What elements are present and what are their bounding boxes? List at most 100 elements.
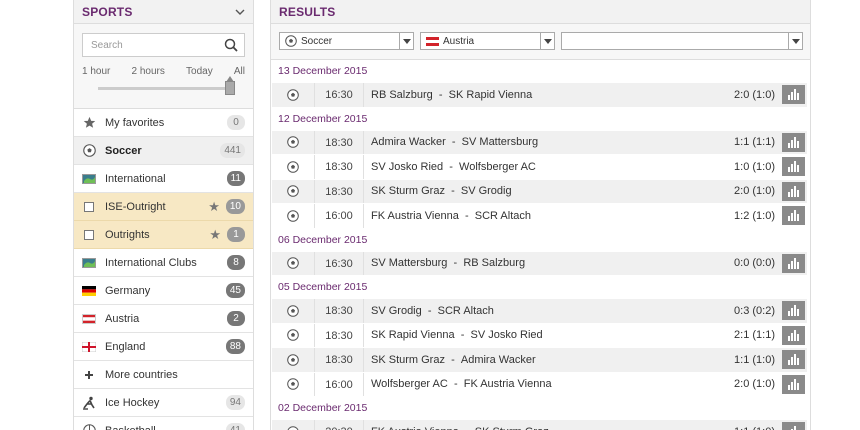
statistics-bar-chart-icon[interactable]	[782, 253, 805, 273]
match-teams: SK Sturm Graz - SV Grodig	[364, 185, 722, 197]
match-time: 16:30	[314, 83, 364, 107]
sidebar-item-international[interactable]: International 11	[74, 165, 253, 193]
match-row[interactable]: 16:30 RB Salzburg - SK Rapid Vienna 2:0 (1…	[272, 83, 807, 108]
league-select-arrow-icon[interactable]	[788, 33, 802, 49]
time-slider-track[interactable]	[98, 87, 230, 90]
soccer-ball-icon	[272, 304, 314, 317]
statistics-bar-chart-icon[interactable]	[782, 157, 805, 177]
sidebar-item-ice-hockey[interactable]: Ice Hockey 94	[74, 389, 253, 417]
favorite-star-icon[interactable]: ★	[208, 199, 220, 215]
time-filter-2-hours[interactable]: 2 hours	[132, 66, 165, 77]
home-team: SV Josko Ried	[371, 160, 444, 173]
sidebar-item-austria[interactable]: Austria 2	[74, 305, 253, 333]
search-icon[interactable]	[224, 38, 238, 52]
statistics-bar-chart-icon[interactable]	[782, 350, 805, 370]
checkbox-icon[interactable]	[82, 200, 96, 214]
match-score: 1:1 (1:0)	[722, 426, 782, 430]
austria-flag-icon	[82, 312, 96, 326]
sidebar-item-england[interactable]: England 88	[74, 333, 253, 361]
home-team: RB Salzburg	[371, 88, 433, 101]
statistics-bar-chart-icon[interactable]	[782, 422, 805, 430]
match-score: 1:2 (1:0)	[734, 209, 775, 222]
match-score: 1:0 (1:0)	[734, 160, 775, 173]
match-time: 20:30	[314, 420, 364, 430]
statistics-bar-chart-icon[interactable]	[782, 301, 805, 321]
count-badge: 441	[220, 143, 245, 158]
sidebar-item-my-favorites[interactable]: My favorites 0	[74, 109, 253, 137]
team-separator: -	[444, 353, 461, 366]
match-score: 2:1 (1:1)	[734, 329, 775, 342]
soccer-ball-icon	[272, 425, 314, 430]
soccer-ball-icon	[272, 136, 314, 149]
home-team: Wolfsberger AC	[371, 378, 448, 391]
statistics-bar-chart-icon[interactable]	[782, 325, 805, 345]
match-time: 16:00	[314, 204, 364, 228]
match-row[interactable]: 18:30 SV Grodig - SCR Altach 0:3 (0:2)	[272, 299, 807, 324]
international-flag-icon	[82, 172, 96, 186]
statistics-bar-chart-icon[interactable]	[782, 206, 805, 226]
match-score: 1:1 (1:0)	[734, 353, 775, 366]
time-filter-1-hour[interactable]: 1 hour	[82, 66, 110, 77]
time-filter-labels: 1 hour 2 hours Today All	[82, 66, 245, 77]
match-row[interactable]: 18:30 SK Sturm Graz - SV Grodig 2:0 (1:0)	[272, 179, 807, 204]
favorite-star-icon[interactable]: ★	[209, 227, 221, 243]
sidebar-item-germany[interactable]: Germany 45	[74, 277, 253, 305]
sport-select-arrow-icon[interactable]	[399, 33, 413, 49]
match-row[interactable]: 16:30 SV Mattersburg - RB Salzburg 0:0 (0:…	[272, 251, 807, 276]
match-teams: SV Grodig - SCR Altach	[364, 305, 722, 317]
sidebar-item-label: Outrights	[105, 228, 150, 241]
results-title: RESULTS	[279, 4, 336, 19]
soccer-ball-icon	[272, 209, 314, 222]
league-select[interactable]	[561, 32, 803, 50]
sports-title: SPORTS	[82, 4, 133, 19]
ice-hockey-icon	[82, 396, 96, 410]
team-separator: -	[447, 378, 464, 391]
match-row[interactable]: 16:00 FK Austria Vienna - SCR Altach 1:2 (…	[272, 204, 807, 229]
sidebar-item-more-countries[interactable]: More countries	[74, 361, 253, 389]
sidebar-item-outrights[interactable]: Outrights ★ 1	[74, 221, 253, 249]
country-select[interactable]: Austria	[420, 32, 555, 50]
sidebar-item-international-clubs[interactable]: International Clubs 8	[74, 249, 253, 277]
match-row[interactable]: 18:30 SV Josko Ried - Wolfsberger AC 1:0 (…	[272, 155, 807, 180]
soccer-ball-icon	[272, 353, 314, 366]
statistics-bar-chart-icon[interactable]	[782, 132, 805, 152]
results-filters: Soccer Austria	[271, 24, 810, 60]
away-team: Admira Wacker	[460, 353, 536, 366]
match-teams: FK Austria Vienna - SCR Altach	[364, 210, 722, 222]
match-teams: SV Josko Ried - Wolfsberger AC	[364, 161, 722, 173]
date-heading: 12 December 2015	[271, 107, 810, 131]
checkbox-icon[interactable]	[82, 228, 96, 242]
match-row[interactable]: 18:30 SK Rapid Vienna - SV Josko Ried 2:1 …	[272, 323, 807, 348]
sidebar-item-ise-outright[interactable]: ISE-Outright ★ 10	[74, 193, 253, 221]
soccer-ball-icon	[272, 185, 314, 198]
match-score: 0:3 (0:2)	[734, 304, 775, 317]
team-separator: -	[444, 185, 461, 198]
statistics-bar-chart-icon[interactable]	[782, 374, 805, 394]
match-row[interactable]: 18:30 Admira Wacker - SV Mattersburg 1:1 (…	[272, 130, 807, 155]
match-score: 0:0 (0:0)	[734, 257, 775, 270]
sports-header[interactable]: SPORTS	[74, 0, 253, 24]
count-badge: 2	[227, 311, 245, 326]
country-select-arrow-icon[interactable]	[540, 33, 554, 49]
away-team: SK Sturm Graz	[475, 426, 549, 430]
match-row[interactable]: 20:30FK Austria Vienna - SK Sturm Graz1:…	[272, 420, 807, 430]
team-separator: -	[445, 136, 462, 149]
time-filter-all[interactable]: All	[234, 66, 245, 77]
time-slider-handle[interactable]	[225, 76, 235, 95]
results-list: 13 December 2015 16:30 RB Salzburg - SK Ra…	[271, 60, 810, 430]
sport-select[interactable]: Soccer	[279, 32, 414, 50]
match-row[interactable]: 18:30 SK Sturm Graz - Admira Wacker 1:1 (1…	[272, 348, 807, 373]
match-time: 16:30	[314, 251, 364, 275]
match-row[interactable]: 16:00 Wolfsberger AC - FK Austria Vienna 2…	[272, 372, 807, 397]
chevron-down-icon[interactable]	[235, 5, 245, 19]
search-input[interactable]	[83, 34, 213, 56]
statistics-bar-chart-icon[interactable]	[782, 181, 805, 201]
match-time: 18:30	[314, 155, 364, 179]
sidebar-item-basketball[interactable]: Basketball41	[74, 417, 253, 430]
statistics-bar-chart-icon[interactable]	[782, 85, 805, 105]
time-filter-today[interactable]: Today	[186, 66, 213, 77]
sidebar-item-soccer[interactable]: Soccer 441	[74, 137, 253, 165]
results-panel: RESULTS Soccer Austria 13 December 2015 1…	[270, 0, 811, 430]
count-badge: 0	[227, 115, 245, 130]
sidebar-item-label: ISE-Outright	[105, 200, 166, 213]
